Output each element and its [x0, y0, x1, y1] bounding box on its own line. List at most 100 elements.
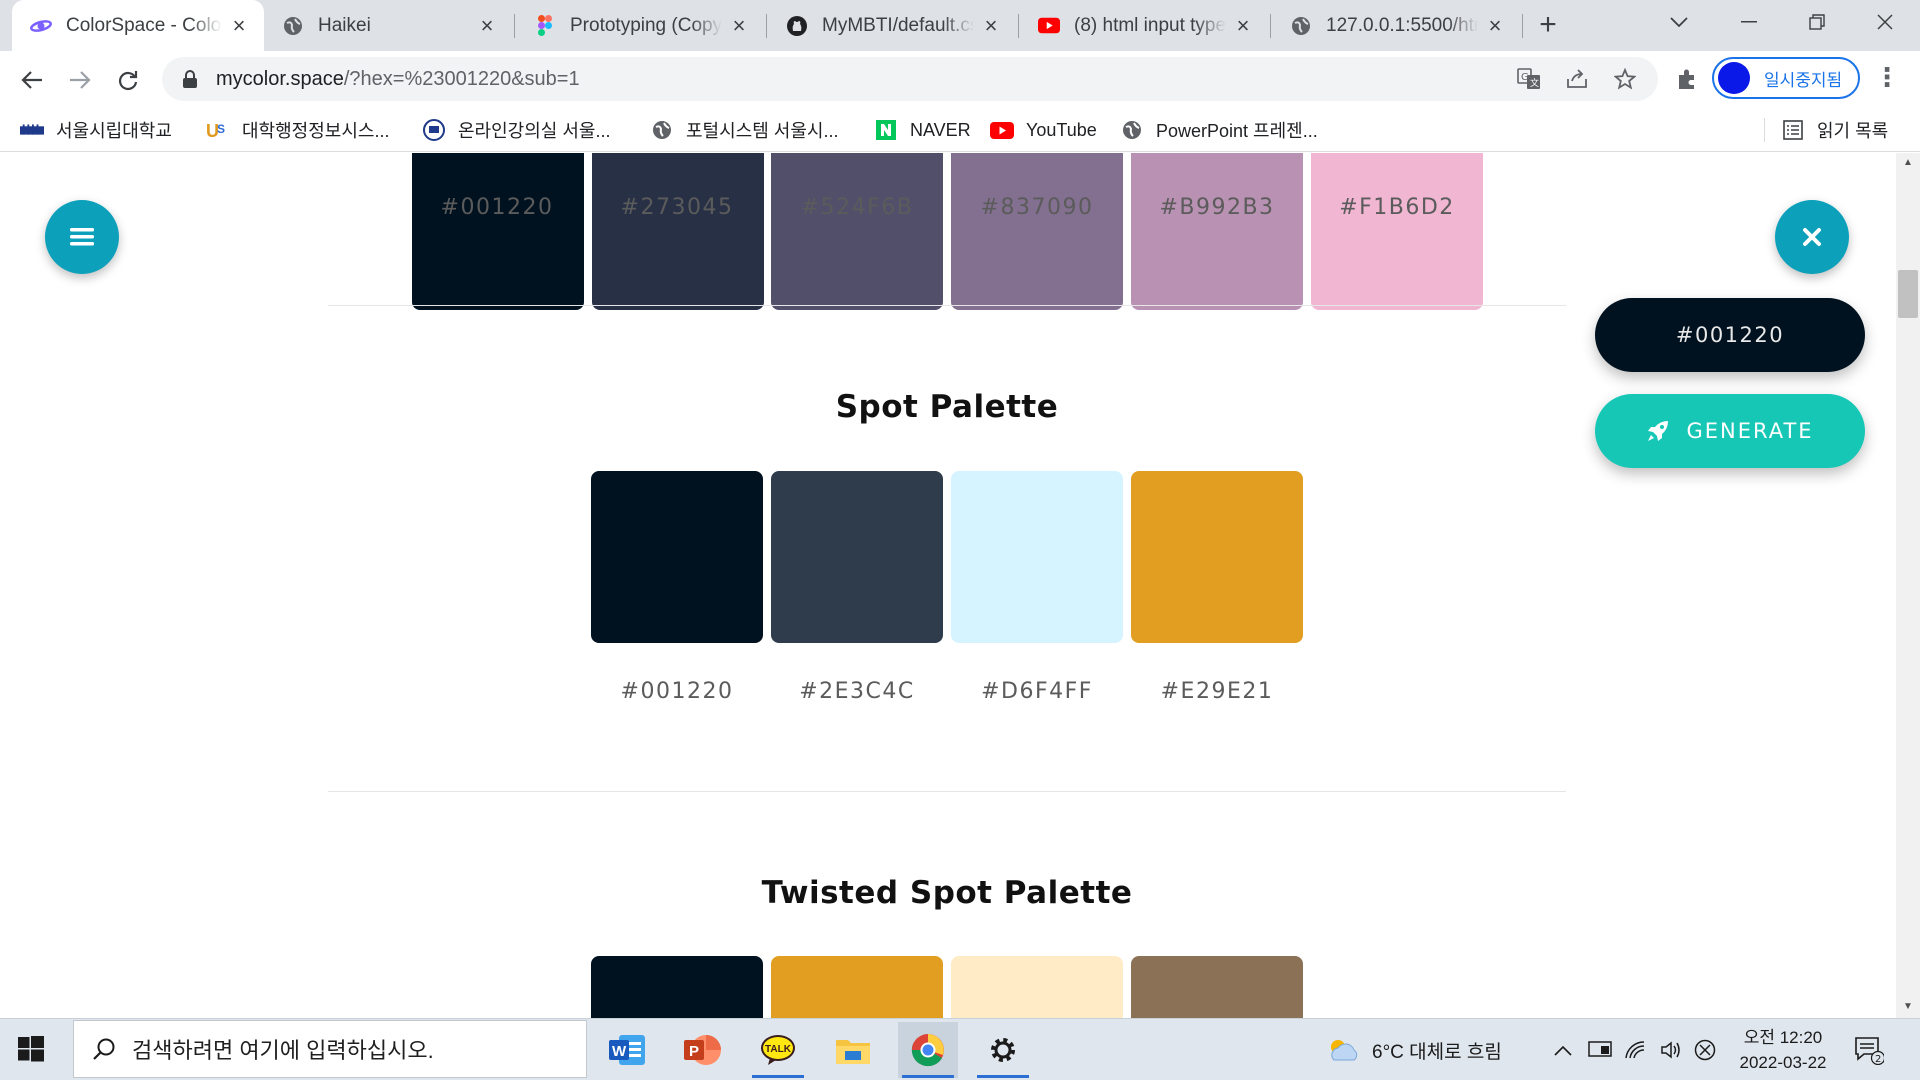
color-swatch[interactable] — [591, 471, 763, 643]
bookmark-naver[interactable]: NAVER — [874, 115, 971, 145]
close-icon — [1803, 228, 1821, 246]
restore-button[interactable] — [1782, 0, 1852, 44]
color-swatch[interactable] — [951, 153, 1123, 310]
file-explorer-icon[interactable] — [823, 1022, 883, 1078]
taskbar-search-input[interactable]: 검색하려면 여기에 입력하십시오. — [73, 1020, 587, 1078]
reload-button[interactable] — [108, 60, 148, 100]
word-app-icon[interactable]: W — [598, 1022, 658, 1078]
bookmark-powerpoint[interactable]: PowerPoint 프레젠... — [1120, 115, 1318, 145]
reading-list-button[interactable]: 읽기 목록 — [1764, 115, 1888, 145]
color-swatch[interactable] — [771, 956, 943, 1018]
wifi-icon[interactable] — [1624, 1022, 1646, 1078]
hex-label[interactable]: #524F6B — [767, 195, 947, 220]
bookmark-lecture[interactable]: 온라인강의실 서울... — [422, 115, 610, 145]
bookmark-portal[interactable]: 포털시스템 서울시... — [650, 115, 838, 145]
hex-label[interactable]: #B992B3 — [1127, 195, 1307, 220]
close-icon[interactable]: × — [1484, 14, 1506, 37]
hex-label[interactable]: #273045 — [587, 195, 767, 220]
taskbar-clock[interactable]: 오전 12:20 2022-03-22 — [1733, 1025, 1833, 1075]
profile-button[interactable]: 일시중지됨 — [1712, 57, 1860, 99]
hamburger-icon — [70, 228, 94, 246]
generate-button[interactable]: GENERATE — [1595, 394, 1865, 468]
tab-figma[interactable]: Prototyping (Copy) × — [516, 0, 764, 51]
avatar — [1718, 62, 1750, 94]
scroll-up-arrow-icon[interactable]: ▲ — [1899, 157, 1917, 169]
share-icon[interactable] — [1562, 64, 1592, 94]
tab-search-icon[interactable] — [1644, 0, 1714, 44]
close-icon[interactable]: × — [1232, 14, 1254, 37]
bookmark-uos-admin[interactable]: US 대학행정정보시스... — [206, 115, 389, 145]
bookmark-label: 포털시스템 서울시... — [686, 121, 839, 141]
show-hidden-icons-icon[interactable] — [1554, 1022, 1572, 1078]
color-swatch[interactable] — [592, 153, 764, 310]
hex-label[interactable]: #001220 — [407, 195, 587, 220]
tab-title: MyMBTI/default.css — [822, 14, 974, 36]
powerpoint-app-icon[interactable]: P — [673, 1022, 733, 1078]
address-bar[interactable]: mycolor.space/?hex=%23001220&sub=1 — [162, 57, 1658, 101]
close-panel-button[interactable] — [1775, 200, 1849, 274]
more-menu-icon[interactable]: ⋮ — [1872, 62, 1902, 96]
bookmark-label: 대학행정정보시스... — [242, 121, 390, 141]
section-divider — [328, 305, 1566, 306]
color-swatch[interactable] — [951, 471, 1123, 643]
tab-youtube[interactable]: (8) html input type × — [1020, 0, 1268, 51]
globe-icon — [1290, 15, 1312, 37]
translate-icon[interactable]: G文 — [1514, 64, 1544, 94]
notifications-icon[interactable]: 2 — [1854, 1022, 1884, 1078]
weather-text: 6°C 대체로 흐림 — [1372, 1041, 1502, 1063]
tab-separator — [1018, 14, 1019, 38]
youtube-icon — [990, 120, 1014, 140]
bookmark-label: 온라인강의실 서울... — [458, 121, 611, 141]
color-swatch[interactable] — [951, 956, 1123, 1018]
color-swatch[interactable] — [1311, 153, 1483, 310]
color-swatch[interactable] — [771, 153, 943, 310]
close-icon[interactable]: × — [728, 14, 750, 37]
menu-button[interactable] — [45, 200, 119, 274]
hex-label[interactable]: #D6F4FF — [947, 679, 1127, 704]
back-button[interactable] — [12, 60, 52, 100]
volume-icon[interactable] — [1660, 1022, 1682, 1078]
close-window-button[interactable] — [1850, 0, 1920, 44]
color-swatch[interactable] — [1131, 153, 1303, 310]
close-icon[interactable]: × — [980, 14, 1002, 37]
weather-widget[interactable]: 6°C 대체로 흐림 — [1326, 1022, 1502, 1078]
windows-start-icon[interactable] — [18, 1036, 44, 1062]
kakaotalk-app-icon[interactable]: TALK — [748, 1022, 808, 1078]
close-icon[interactable]: × — [228, 14, 250, 37]
tab-github[interactable]: MyMBTI/default.css × — [768, 0, 1016, 51]
hex-label[interactable]: #F1B6D2 — [1307, 195, 1487, 220]
close-icon[interactable]: × — [476, 14, 498, 37]
scrollbar-thumb[interactable] — [1898, 270, 1918, 318]
bookmark-uos[interactable]: 서울시립대학교 — [20, 115, 172, 145]
network-device-icon[interactable] — [1588, 1022, 1612, 1078]
hex-label[interactable]: #2E3C4C — [767, 679, 947, 704]
ime-status-icon[interactable] — [1694, 1022, 1716, 1078]
bookmark-youtube[interactable]: YouTube — [990, 115, 1097, 145]
rocket-icon — [1646, 419, 1670, 443]
color-swatch[interactable] — [1131, 956, 1303, 1018]
hex-label[interactable]: #001220 — [587, 679, 767, 704]
clock-time: 오전 12:20 — [1743, 1028, 1823, 1047]
color-swatch[interactable] — [412, 153, 584, 310]
tab-localhost[interactable]: 127.0.0.1:5500/htm × — [1272, 0, 1520, 51]
color-swatch[interactable] — [591, 956, 763, 1018]
hex-input[interactable]: #001220 — [1595, 298, 1865, 372]
tab-haikei[interactable]: Haikei × — [264, 0, 512, 51]
url-path: /?hex=%23001220&sub=1 — [343, 67, 580, 90]
hex-label[interactable]: #E29E21 — [1127, 679, 1307, 704]
url-text: mycolor.space/?hex=%23001220&sub=1 — [216, 68, 580, 91]
hex-label[interactable]: #837090 — [947, 195, 1127, 220]
tab-colorspace[interactable]: ColorSpace - Color × — [12, 0, 264, 51]
bookmark-star-icon[interactable] — [1610, 64, 1640, 94]
color-swatch[interactable] — [1131, 471, 1303, 643]
new-tab-button[interactable]: + — [1530, 8, 1566, 44]
color-swatch[interactable] — [771, 471, 943, 643]
chrome-app-icon[interactable] — [898, 1022, 958, 1078]
section-title: Twisted Spot Palette — [761, 875, 1133, 911]
settings-app-icon[interactable] — [973, 1022, 1033, 1078]
minimize-button[interactable] — [1714, 0, 1784, 44]
tab-title: 127.0.0.1:5500/htm — [1326, 14, 1478, 36]
forward-button[interactable] — [60, 60, 100, 100]
extensions-icon[interactable] — [1672, 64, 1702, 94]
scroll-down-arrow-icon[interactable]: ▼ — [1899, 1001, 1917, 1013]
